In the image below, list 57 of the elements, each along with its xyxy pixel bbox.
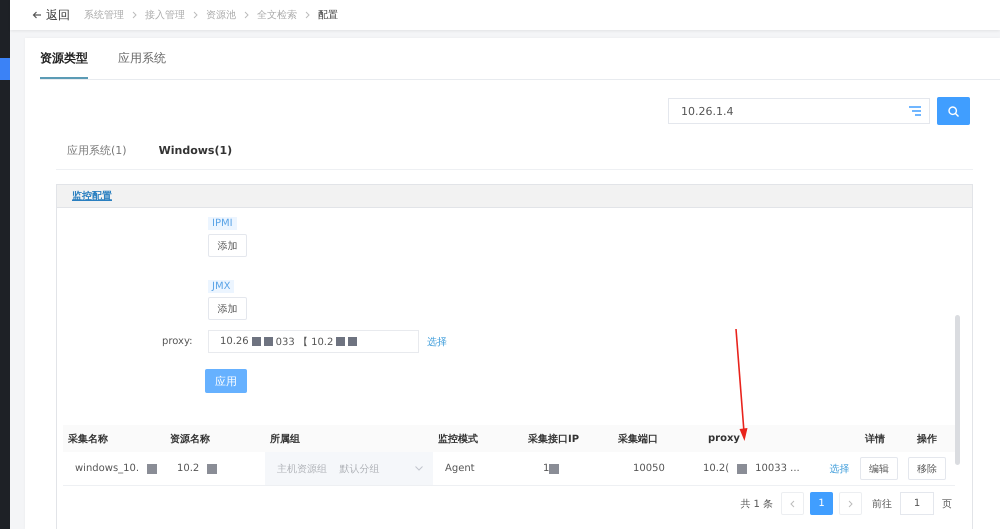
proxy-address: 10.2( <box>703 463 730 474</box>
add-button[interactable]: 添加 <box>208 234 247 257</box>
select-link[interactable]: 选择 <box>427 334 447 348</box>
chevron-right-icon <box>244 11 249 19</box>
redaction-mark <box>549 464 560 474</box>
collect-name: windows_10. <box>75 463 140 474</box>
chevron-right-icon <box>305 11 310 19</box>
chevron-right-icon <box>193 11 198 19</box>
column-header: 采集端口 <box>617 432 659 446</box>
chevron-down-icon <box>415 466 423 471</box>
column-header: 采集接口IP <box>527 432 580 446</box>
breadcrumb-item: 配置 <box>318 8 338 22</box>
protocol-tag: JMX <box>208 280 234 293</box>
sidebar-item[interactable] <box>0 58 10 80</box>
panel-title: 监控配置 <box>72 190 112 203</box>
column-header: 采集名称 <box>67 432 109 446</box>
redaction-mark <box>147 464 158 474</box>
goto-label: 前往 <box>872 498 892 510</box>
column-header: 详情 <box>864 432 886 446</box>
select-link[interactable]: 选择 <box>830 462 850 476</box>
chevron-right-icon <box>848 500 853 508</box>
filter-icon <box>909 106 921 116</box>
next-page-button[interactable] <box>839 492 862 515</box>
page-input[interactable]: 1 <box>900 492 934 515</box>
prev-page-button[interactable] <box>781 492 804 515</box>
proxy-field[interactable]: 10.26 033 【 10.2 <box>208 330 419 353</box>
redaction-mark <box>737 464 748 474</box>
page-unit: 页 <box>942 498 952 510</box>
row-button[interactable]: 移除 <box>908 457 946 480</box>
search-icon <box>948 106 959 116</box>
interface-ip: 1 <box>543 463 550 474</box>
chevron-right-icon <box>132 11 137 19</box>
column-header: 操作 <box>916 432 938 446</box>
redaction-mark <box>207 464 218 474</box>
proxy-label: proxy: <box>162 336 194 347</box>
add-button[interactable]: 添加 <box>208 297 247 320</box>
scrollbar[interactable] <box>955 315 960 465</box>
tab[interactable]: 应用系统 <box>118 50 166 79</box>
back-arrow-icon <box>32 10 42 20</box>
row-button[interactable]: 编辑 <box>860 457 898 480</box>
back-button[interactable]: 返回 <box>32 6 70 24</box>
column-header: 监控模式 <box>437 432 479 446</box>
resource-name: 10.2 <box>177 463 200 474</box>
collect-port: 10050 <box>633 463 665 474</box>
search-button[interactable] <box>937 97 970 125</box>
column-header: proxy <box>707 433 741 444</box>
sub-tab[interactable]: 应用系统(1) <box>56 143 138 169</box>
search-field[interactable]: 10.26.1.4 <box>668 98 930 124</box>
protocol-tag: IPMI <box>208 217 237 230</box>
proxy-address: 10033 ... <box>755 463 800 474</box>
total-count: 共 1 条 <box>740 498 773 510</box>
chevron-left-icon <box>790 500 795 508</box>
tab[interactable]: 资源类型 <box>40 50 88 79</box>
column-header: 所属组 <box>269 432 301 446</box>
sub-tab[interactable]: Windows(1) <box>148 143 244 169</box>
monitor-mode: Agent <box>445 463 475 474</box>
column-header: 资源名称 <box>169 432 211 446</box>
